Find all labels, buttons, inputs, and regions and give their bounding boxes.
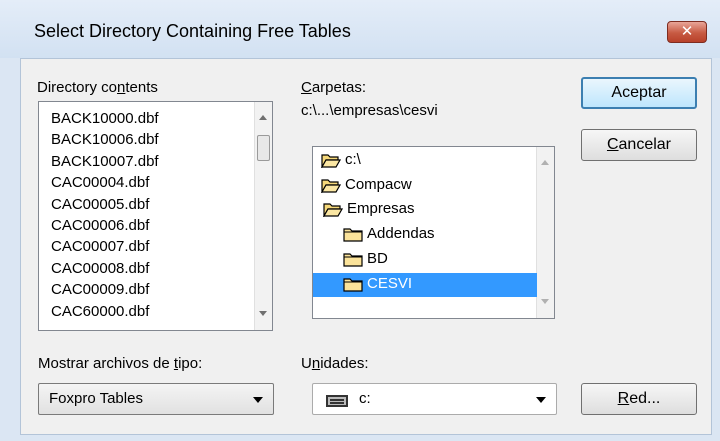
scroll-down-icon[interactable] <box>259 311 267 316</box>
folder-item[interactable]: Compacw <box>313 174 537 198</box>
directory-contents-list[interactable]: BACK10000.dbf BACK10006.dbf BACK10007.dbf C… <box>38 101 273 331</box>
directory-contents-label: Directory contents <box>37 79 158 96</box>
drive-icon <box>326 395 348 407</box>
file-list-item[interactable]: BACK10000.dbf <box>51 110 159 127</box>
file-type-value: Foxpro Tables <box>49 390 143 407</box>
folder-icon <box>343 252 363 267</box>
chevron-down-icon[interactable] <box>536 397 546 403</box>
accelerator-key: C <box>606 136 619 153</box>
drives-select[interactable]: c: <box>312 383 557 415</box>
open-folder-icon <box>322 202 344 219</box>
current-path: c:\...\empresas\cesvi <box>301 102 438 119</box>
folder-item[interactable]: c:\ <box>313 149 537 173</box>
file-list-item[interactable]: BACK10007.dbf <box>51 153 159 170</box>
drive-value: c: <box>359 390 371 407</box>
dialog-body: Directory contents BACK10000.dbf BACK1000… <box>20 58 712 435</box>
window-title: Select Directory Containing Free Tables <box>34 21 351 41</box>
file-list-scrollbar[interactable] <box>254 102 272 330</box>
chevron-down-icon[interactable] <box>253 397 263 403</box>
accelerator-key: n <box>311 355 321 372</box>
folder-item[interactable]: Addendas <box>313 223 537 247</box>
scroll-up-icon[interactable] <box>541 160 549 165</box>
file-list-item[interactable]: CAC60000.dbf <box>51 303 149 320</box>
folder-name: CESVI <box>367 274 413 292</box>
file-list-item[interactable]: CAC00005.dbf <box>51 196 149 213</box>
file-type-select[interactable]: Foxpro Tables <box>38 383 274 415</box>
label-text: U <box>301 355 312 372</box>
folders-label: Carpetas: <box>301 79 366 96</box>
drives-label: Unidades: <box>301 355 369 372</box>
scroll-thumb[interactable] <box>257 135 270 161</box>
title-bar[interactable]: Select Directory Containing Free Tables … <box>0 0 720 58</box>
file-list-item[interactable]: CAC00006.dbf <box>51 217 149 234</box>
accelerator-key: R <box>617 390 630 407</box>
file-list-item[interactable]: BACK10006.dbf <box>51 131 159 148</box>
folder-name: Empresas <box>347 200 415 218</box>
folder-icon <box>343 227 363 242</box>
label-text: Directory co <box>37 79 118 96</box>
scroll-up-icon[interactable] <box>259 115 267 120</box>
scroll-down-icon[interactable] <box>541 299 549 304</box>
network-button[interactable]: Red... <box>581 383 697 415</box>
folder-item[interactable]: Empresas <box>313 198 537 222</box>
folder-item[interactable]: BD <box>313 248 537 272</box>
ok-button[interactable]: Aceptar <box>581 77 697 109</box>
folders-tree[interactable]: c:\ Compacw Empresas Addendas BD CESVI <box>312 146 555 319</box>
open-folder-icon <box>320 178 342 194</box>
button-label: ancelar <box>618 136 672 153</box>
close-button[interactable]: ✕ <box>667 21 707 43</box>
folder-name: c:\ <box>345 151 361 168</box>
file-list-item[interactable]: CAC00007.dbf <box>51 238 149 255</box>
folder-list-scrollbar[interactable] <box>536 147 554 318</box>
dialog-window: Select Directory Containing Free Tables … <box>0 0 720 441</box>
label-text: tents <box>125 79 158 96</box>
cancel-button[interactable]: Cancelar <box>581 129 697 161</box>
accelerator-key: C <box>301 79 312 96</box>
folder-name: BD <box>367 249 388 267</box>
label-text: ipo: <box>178 355 203 372</box>
label-text: Mostrar archivos de <box>38 355 174 372</box>
folder-name: Addendas <box>367 225 435 243</box>
folder-icon <box>343 277 363 292</box>
label-text: arpetas: <box>311 79 367 96</box>
file-list-item[interactable]: CAC00008.dbf <box>51 260 149 277</box>
file-type-label: Mostrar archivos de tipo: <box>38 355 202 372</box>
file-list-item[interactable]: CAC00009.dbf <box>51 281 149 298</box>
label-text: idades: <box>320 355 369 372</box>
file-list-item[interactable]: CAC00004.dbf <box>51 174 149 191</box>
button-label: ed... <box>629 390 661 407</box>
folder-name: Compacw <box>345 175 412 193</box>
folder-item[interactable]: CESVI <box>313 272 537 297</box>
open-folder-icon <box>320 153 342 170</box>
